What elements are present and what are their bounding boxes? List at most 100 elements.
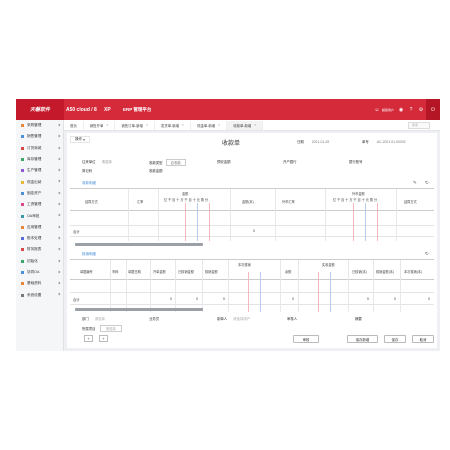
date-field[interactable]: 日期 2021-01-28 [297,139,329,144]
g1-vline-red [377,203,378,241]
customer-field[interactable]: 往来单位 请选择 [82,159,112,164]
help-icon[interactable]: ? [406,99,416,120]
prepay-field[interactable]: 预收金额 [217,159,231,164]
bank-field[interactable]: 银行账号 [349,159,363,164]
tab-0[interactable]: 首页 [64,120,84,130]
gear-icon[interactable]: ⚙ [416,99,426,120]
creator-value: 请选择用户 [233,317,251,321]
sidebar-item-11[interactable]: 财务报表 [16,244,63,255]
sidebar-item-2[interactable]: 订货商城 [16,143,63,154]
sidebar-item-15[interactable]: 系统设置 [16,289,63,300]
project-field[interactable]: 所属项目 请选择 [82,325,122,332]
save-new-button[interactable]: 保存新增 [347,335,378,343]
g2-total-done-base: 0 [367,297,369,301]
g2-col-actual: 实收金额 [322,263,335,267]
refresh-icon[interactable]: ↻ [425,180,429,186]
method-field[interactable]: 收款类型 应收款 [149,159,186,166]
g2-vline-blue [330,272,331,312]
save-label: 保存 [391,337,399,342]
receipt-form: 操作 ▾ 收款单 日期 2021-01-28 单号 AC-2021-01-00002… [67,133,437,348]
remark-field[interactable]: 摘要 [355,316,362,321]
ledger-icon [21,237,24,241]
dept-label: 部门 [82,317,89,321]
edit-icon[interactable]: ✎ [413,180,417,186]
chevron-right-icon [57,293,61,296]
chevron-right-icon [57,157,61,161]
power-icon[interactable]: ⏻ [426,99,440,120]
close-icon[interactable]: × [106,123,108,127]
g2-scrollbar[interactable] [75,308,203,311]
sidebar-item-3[interactable]: 库存管理 [16,154,63,165]
audit-button[interactable]: 审核 [293,335,319,343]
ops-dropdown[interactable]: 操作 ▾ [70,136,90,143]
project-select[interactable]: 请选择 [99,325,122,332]
sidebar-item-14[interactable]: 基础资料 [16,278,63,289]
g1-col-fx-amount: 外币金额 [352,192,365,196]
cancel-label: 取消 [419,337,427,342]
g2-total-bill: 0 [170,297,172,301]
tab-4[interactable]: 现金单-新增 × [191,120,228,130]
method-select[interactable]: 应收款 [165,159,186,166]
sidebar-item-9[interactable]: 应用管理 [16,222,63,233]
section-receipt-detail-title[interactable]: 收款明细 [82,181,96,186]
close-icon[interactable]: × [182,123,184,127]
g1-vline [158,189,159,241]
grid1-header: 结算方式 汇率 金额 亿千百十万千百十元角分 金额(本) 外币汇率 外币金额 亿… [70,189,434,211]
bell-icon[interactable]: ◉ [396,99,406,120]
add-attachment-button[interactable]: + [99,335,108,342]
sidebar-item-1[interactable]: 销售管理 [16,131,63,142]
chevron-right-icon [57,259,61,262]
g2-vline-red [318,272,319,312]
dept-field[interactable]: 部门 请选择 [82,316,105,321]
user-name[interactable]: 超级用户 [382,108,394,112]
sidebar-item-7[interactable]: 工资管理 [16,199,63,210]
g1-col-amount: 金额 [182,192,189,196]
chevron-right-icon [57,202,61,206]
oa-icon [21,214,24,218]
ops-label: 操作 [75,137,83,141]
xp-label: XP [104,107,111,113]
refresh-icon[interactable]: ↻ [425,251,429,257]
add-row-button[interactable]: + [84,335,93,342]
save-button[interactable]: 保存 [384,335,406,343]
sidebar-item-4[interactable]: 生产管理 [16,165,63,176]
g1-col-method: 结算方式 [85,200,98,204]
sidebar-item-label: 账本处理 [27,236,42,241]
section-writeoff-title[interactable]: 核销明细 [82,252,96,257]
tab-2[interactable]: 销售订单-新增 × [115,120,155,130]
account-field[interactable]: 开户银行 [283,159,297,164]
sidebar-item-8[interactable]: OA审批 [16,210,63,221]
report-icon [21,248,24,252]
page-title: 收款单 [222,141,241,147]
account-label: 开户银行 [283,160,297,164]
amount-field[interactable]: 收款金额 [149,168,163,173]
tab-search-input[interactable]: 搜索 [408,122,430,129]
cancel-button[interactable]: 取消 [412,335,434,343]
g2-total-current-base: 0 [428,297,430,301]
close-icon[interactable]: × [254,123,256,127]
contact-field[interactable]: 简记码 [82,168,92,173]
close-icon[interactable]: × [218,123,220,127]
user-icon[interactable]: ☺ [372,99,382,120]
sidebar-item-label: 工资管理 [27,202,42,207]
g1-col-settle: 结算方式 [404,200,417,204]
g1-total-line [70,236,434,237]
tab-1[interactable]: 销售开单 × [84,120,116,130]
sidebar-item-0[interactable]: 采购管理 [16,120,63,131]
tab-3[interactable]: 发货单-新增 × [155,120,192,130]
sidebar-item-6[interactable]: 固定资产 [16,188,63,199]
creator-field[interactable]: 制单人 请选择用户 [217,316,250,321]
g2-total-writeoff: 0 [223,297,225,301]
chevron-right-icon [57,134,61,138]
staff-field[interactable]: 业务员 [149,316,159,321]
chevron-right-icon [57,270,61,274]
g1-digits-2: 亿千百十万千百十元角分 [333,198,378,202]
sidebar-item-5[interactable]: 现金出纳 [16,176,63,187]
sidebar-item-12[interactable]: 初始化 [16,256,63,267]
g1-scrollbar[interactable] [75,243,203,246]
g1-vline-red [185,203,186,241]
tab-5[interactable]: 收款单-新增 × [227,120,264,130]
sidebar-item-13[interactable]: 协同OA [16,267,63,278]
close-icon[interactable]: × [146,123,148,127]
sidebar-item-10[interactable]: 账本处理 [16,233,63,244]
